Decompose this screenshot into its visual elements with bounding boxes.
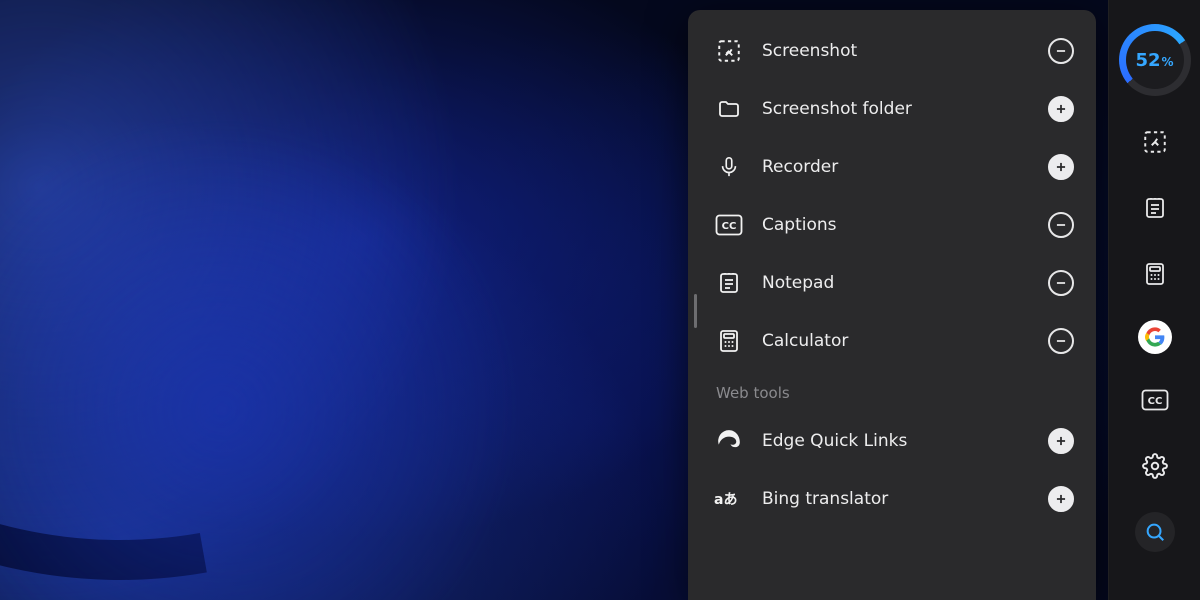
rail-notepad-icon[interactable] [1135,188,1175,228]
remove-button[interactable] [1048,38,1074,64]
tools-panel: Screenshot Screenshot folder [688,10,1096,600]
translator-icon: aあ [714,488,744,510]
rail-calculator-icon[interactable] [1135,254,1175,294]
add-button[interactable] [1048,428,1074,454]
tool-row-captions[interactable]: CC Captions [688,196,1096,254]
tool-row-bing-translator[interactable]: aあ Bing translator [688,470,1096,528]
tool-label: Screenshot folder [744,99,1048,119]
gauge-value: 52% [1135,50,1173,71]
tool-row-screenshot[interactable]: Screenshot [688,22,1096,80]
rail-search-icon[interactable] [1135,512,1175,552]
usage-gauge[interactable]: 52% [1119,24,1191,96]
tool-row-notepad[interactable]: Notepad [688,254,1096,312]
microphone-icon [714,154,744,180]
edge-icon [714,428,744,454]
notepad-icon [714,270,744,296]
tool-label: Calculator [744,331,1048,351]
sidebar-rail: 52% [1108,0,1200,600]
tool-label: Captions [744,215,1048,235]
add-button[interactable] [1048,154,1074,180]
add-button[interactable] [1048,486,1074,512]
section-title-web-tools: Web tools [688,370,1096,412]
tool-label: Bing translator [744,489,1048,509]
tool-row-calculator[interactable]: Calculator [688,312,1096,370]
rail-settings-icon[interactable] [1135,446,1175,486]
rail-screenshot-icon[interactable] [1135,122,1175,162]
remove-button[interactable] [1048,328,1074,354]
rail-google-icon[interactable] [1138,320,1172,354]
tool-label: Recorder [744,157,1048,177]
svg-text:CC: CC [722,221,737,232]
tool-row-screenshot-folder[interactable]: Screenshot folder [688,80,1096,138]
rail-captions-icon[interactable]: CC [1135,380,1175,420]
remove-button[interactable] [1048,212,1074,238]
screenshot-icon [714,38,744,64]
scroll-indicator[interactable] [694,294,697,328]
captions-icon: CC [714,214,744,236]
tool-label: Notepad [744,273,1048,293]
add-button[interactable] [1048,96,1074,122]
tool-row-edge-quick-links[interactable]: Edge Quick Links [688,412,1096,470]
svg-text:CC: CC [1147,396,1162,407]
tools-list: Screenshot Screenshot folder [688,22,1096,528]
tool-label: Screenshot [744,41,1048,61]
folder-icon [714,97,744,121]
calculator-icon [714,328,744,354]
remove-button[interactable] [1048,270,1074,296]
tool-row-recorder[interactable]: Recorder [688,138,1096,196]
tool-label: Edge Quick Links [744,431,1048,451]
svg-text:aあ: aあ [714,492,737,508]
